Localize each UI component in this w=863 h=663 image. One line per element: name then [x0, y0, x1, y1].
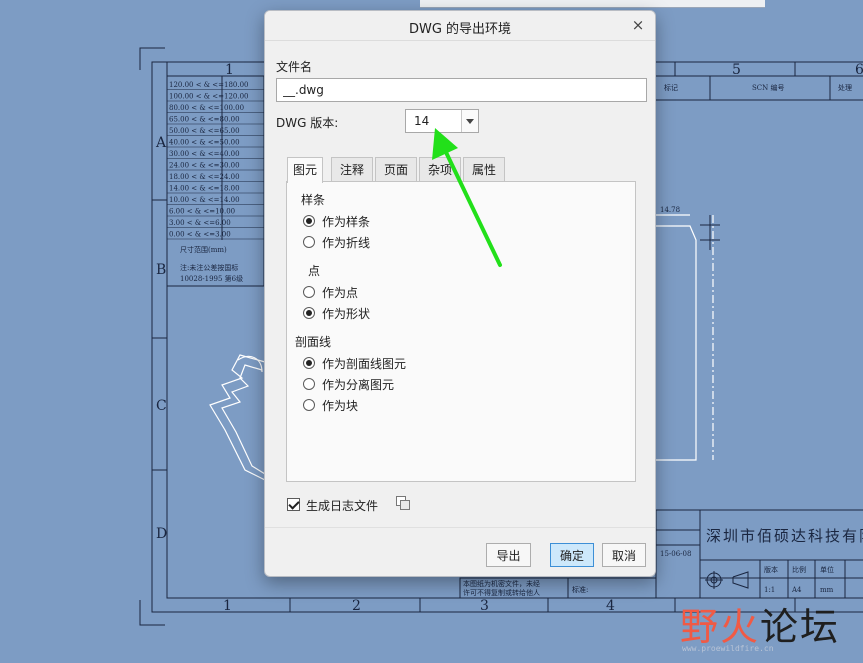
- radio-label: 作为折线: [322, 236, 371, 250]
- tolerance-row-text: 14.00 < & <=18.00: [169, 185, 240, 193]
- generate-log-checkbox[interactable]: [287, 498, 300, 511]
- radio-button[interactable]: [303, 215, 315, 227]
- tolerance-row-text: 0.00 < & <=3.00: [169, 231, 231, 239]
- footer-note-2: 许可不得复制或转给他人: [463, 588, 540, 597]
- radio-button[interactable]: [303, 357, 315, 369]
- cell-scale: 比例: [792, 565, 806, 574]
- watermark-logo: 野火论坛 www.proewildfire.cn: [680, 596, 863, 663]
- tab-elements[interactable]: 图元: [287, 157, 323, 183]
- ok-button[interactable]: 确定: [550, 543, 594, 567]
- tab-annotations[interactable]: 注释: [331, 157, 373, 182]
- radio-button[interactable]: [303, 236, 315, 248]
- note-line-1: 注:未注公差按国标: [180, 263, 238, 272]
- radio-label: 作为形状: [322, 307, 371, 321]
- col-number-6: 6: [855, 62, 863, 78]
- header-scn: SCN 编号: [752, 83, 785, 92]
- drawing-date: 15-06-08: [660, 550, 691, 558]
- cell-unit: 单位: [820, 565, 834, 574]
- tolerance-row-text: 100.00 < & <=120.00: [169, 93, 249, 101]
- tolerance-row-text: 120.00 < & <=180.00: [169, 81, 249, 89]
- dwg-version-value: 14: [414, 114, 430, 128]
- dialog-footer-divider: [265, 527, 655, 528]
- row-letter-c: C: [156, 398, 167, 414]
- value-unit: mm: [820, 586, 834, 594]
- header-process: 处理: [838, 83, 852, 92]
- tolerance-row-text: 10.00 < & <=14.00: [169, 196, 240, 204]
- cancel-button[interactable]: 取消: [602, 543, 646, 567]
- company-name: 深圳市佰硕达科技有限: [706, 527, 863, 545]
- footer-label: 标准:: [572, 585, 588, 594]
- radio-button[interactable]: [303, 286, 315, 298]
- filename-input[interactable]: [276, 78, 647, 102]
- row-letter-d: D: [156, 526, 167, 542]
- chevron-down-icon[interactable]: [461, 110, 478, 132]
- radio-button[interactable]: [303, 307, 315, 319]
- footer-note-1: 本图纸为机密文件，未经: [463, 579, 540, 588]
- col-number-5: 5: [732, 62, 741, 78]
- tab-misc[interactable]: 杂项: [419, 157, 461, 182]
- tab-properties[interactable]: 属性: [463, 157, 505, 182]
- generate-log-label: 生成日志文件: [306, 499, 379, 513]
- watermark-brand: 野火论坛: [680, 596, 840, 651]
- dwg-version-select[interactable]: 14: [405, 109, 479, 133]
- group-label-hatch: 剖面线: [295, 335, 332, 349]
- dimension-value: 14.78: [660, 206, 680, 214]
- tolerance-row-text: 6.00 < & <=10.00: [169, 208, 235, 216]
- group-label-spline: 样条: [301, 193, 326, 207]
- radio-label: 作为样条: [322, 215, 371, 229]
- tolerance-row-text: 30.00 < & <=40.00: [169, 150, 240, 158]
- radio-button[interactable]: [303, 378, 315, 390]
- col-number-1-bottom: 1: [223, 598, 232, 614]
- row-letter-b: B: [156, 262, 166, 278]
- radio-label: 作为块: [322, 399, 359, 413]
- dwg-export-dialog: DWG 的导出环境 × 文件名 DWG 版本: 14 图元 注释 页面 杂项 属…: [264, 10, 656, 577]
- watermark-brand-colored: 野火: [680, 605, 761, 649]
- dialog-titlebar[interactable]: DWG 的导出环境 ×: [265, 11, 655, 41]
- watermark-brand-dark: 论坛: [760, 605, 841, 649]
- dialog-title: DWG 的导出环境: [408, 22, 512, 37]
- tolerance-row-text: 18.00 < & <=24.00: [169, 173, 240, 181]
- col-number-2: 2: [352, 598, 361, 614]
- tolerance-row-text: 24.00 < & <=30.00: [169, 162, 240, 170]
- tolerance-row-text: 80.00 < & <=100.00: [169, 104, 244, 112]
- tolerance-row-text: 3.00 < & <=6.00: [169, 219, 231, 227]
- dwg-version-label: DWG 版本:: [276, 116, 339, 130]
- radio-label: 作为分离图元: [322, 378, 395, 392]
- row-letter-a: A: [155, 135, 167, 151]
- filename-label: 文件名: [276, 60, 313, 74]
- header-mark: 标记: [664, 83, 678, 92]
- value-scale: 1:1: [764, 586, 775, 594]
- toolbar-strip: [420, 0, 765, 8]
- note-line-2: 10028-1995 第6级: [180, 274, 243, 283]
- value-size: A4: [791, 586, 802, 594]
- size-header: 尺寸范围(mm): [180, 245, 227, 254]
- tab-page[interactable]: 页面: [375, 157, 417, 182]
- close-icon[interactable]: ×: [629, 16, 647, 34]
- export-button[interactable]: 导出: [486, 543, 531, 567]
- radio-label: 作为点: [322, 286, 359, 300]
- group-label-point: 点: [308, 264, 321, 278]
- cell-version: 版本: [764, 565, 778, 574]
- col-number-1: 1: [225, 62, 234, 78]
- tolerance-row-text: 50.00 < & <=65.00: [169, 127, 240, 135]
- tolerance-row-text: 65.00 < & <=80.00: [169, 116, 240, 124]
- watermark-url: www.proewildfire.cn: [682, 644, 774, 653]
- radio-label: 作为剖面线图元: [322, 357, 407, 371]
- copy-icon[interactable]: [395, 495, 411, 511]
- col-number-3: 3: [480, 598, 489, 614]
- tolerance-row-text: 40.00 < & <=50.00: [169, 139, 240, 147]
- radio-button[interactable]: [303, 399, 315, 411]
- col-number-4: 4: [606, 598, 615, 614]
